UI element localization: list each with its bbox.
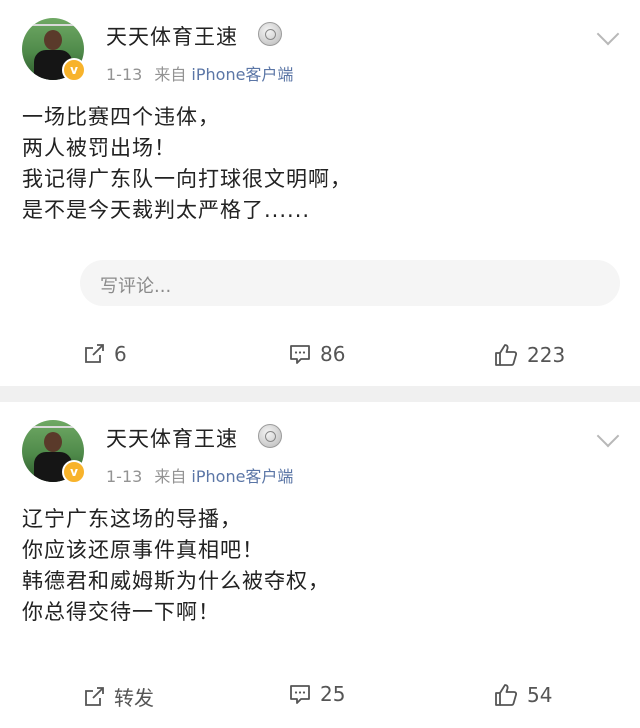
- thumbs-up-icon: [495, 684, 518, 706]
- share-button[interactable]: 6: [82, 342, 127, 366]
- source-device[interactable]: iPhone客户端: [191, 65, 293, 84]
- weibo-post: v 天天体育王速 1-13 来自 iPhone客户端 一场比赛四个违体， 两人被罚…: [0, 0, 640, 386]
- like-count: 223: [527, 343, 566, 367]
- post-content: 辽宁广东这场的导播， 你应该还原事件真相吧！ 韩德君和威姆斯为什么被夺权， 你总…: [22, 504, 330, 628]
- like-button[interactable]: 223: [493, 342, 565, 368]
- chevron-down-icon[interactable]: [596, 424, 620, 448]
- content-line: 你应该还原事件真相吧！: [22, 538, 264, 562]
- post-content: 一场比赛四个违体， 两人被罚出场！ 我记得广东队一向打球很文明啊， 是不是今天裁…: [22, 102, 352, 226]
- share-icon: [85, 686, 104, 706]
- like-count: 54: [527, 683, 553, 707]
- verified-badge-icon: v: [62, 460, 86, 484]
- comment-input[interactable]: 写评论...: [80, 260, 620, 306]
- thumbs-up-icon: [495, 344, 518, 366]
- source-prefix: 来自: [154, 467, 187, 486]
- content-line: 辽宁广东这场的导播，: [22, 507, 242, 531]
- comment-placeholder: 写评论...: [100, 276, 172, 297]
- comment-count: 25: [320, 682, 346, 706]
- weibo-post: v 天天体育王速 1-13 来自 iPhone客户端 辽宁广东这场的导播， 你应该…: [0, 402, 640, 728]
- comment-count: 86: [320, 342, 346, 366]
- post-date: 1-13: [106, 65, 143, 84]
- author-name[interactable]: 天天体育王速: [106, 21, 238, 51]
- verified-badge-icon: v: [62, 58, 86, 82]
- source-device[interactable]: iPhone客户端: [191, 467, 293, 486]
- content-line: 你总得交待一下啊！: [22, 600, 220, 624]
- post-meta: 1-13 来自 iPhone客户端: [106, 61, 293, 85]
- content-line: 是不是今天裁判太严格了......: [22, 198, 311, 222]
- content-line: 两人被罚出场！: [22, 136, 176, 160]
- share-label: 转发: [114, 686, 154, 710]
- chevron-down-icon[interactable]: [596, 22, 620, 46]
- medal-icon[interactable]: [258, 424, 282, 448]
- content-line: 一场比赛四个违体，: [22, 105, 220, 129]
- share-button[interactable]: 转发: [82, 682, 154, 711]
- action-bar: 转发 25 54: [0, 682, 640, 712]
- author-name[interactable]: 天天体育王速: [106, 423, 238, 453]
- share-count: 6: [114, 342, 127, 366]
- post-date: 1-13: [106, 467, 143, 486]
- post-meta: 1-13 来自 iPhone客户端: [106, 463, 293, 487]
- comment-icon: [290, 345, 310, 364]
- like-button[interactable]: 54: [493, 682, 552, 708]
- content-line: 韩德君和威姆斯为什么被夺权，: [22, 569, 330, 593]
- source-prefix: 来自: [154, 65, 187, 84]
- medal-icon[interactable]: [258, 22, 282, 46]
- content-line: 我记得广东队一向打球很文明啊，: [22, 167, 352, 191]
- comment-button[interactable]: 86: [288, 342, 345, 366]
- share-icon: [85, 344, 104, 363]
- action-bar: 6 86 223: [0, 342, 640, 372]
- comment-button[interactable]: 25: [288, 682, 345, 706]
- comment-icon: [290, 685, 310, 704]
